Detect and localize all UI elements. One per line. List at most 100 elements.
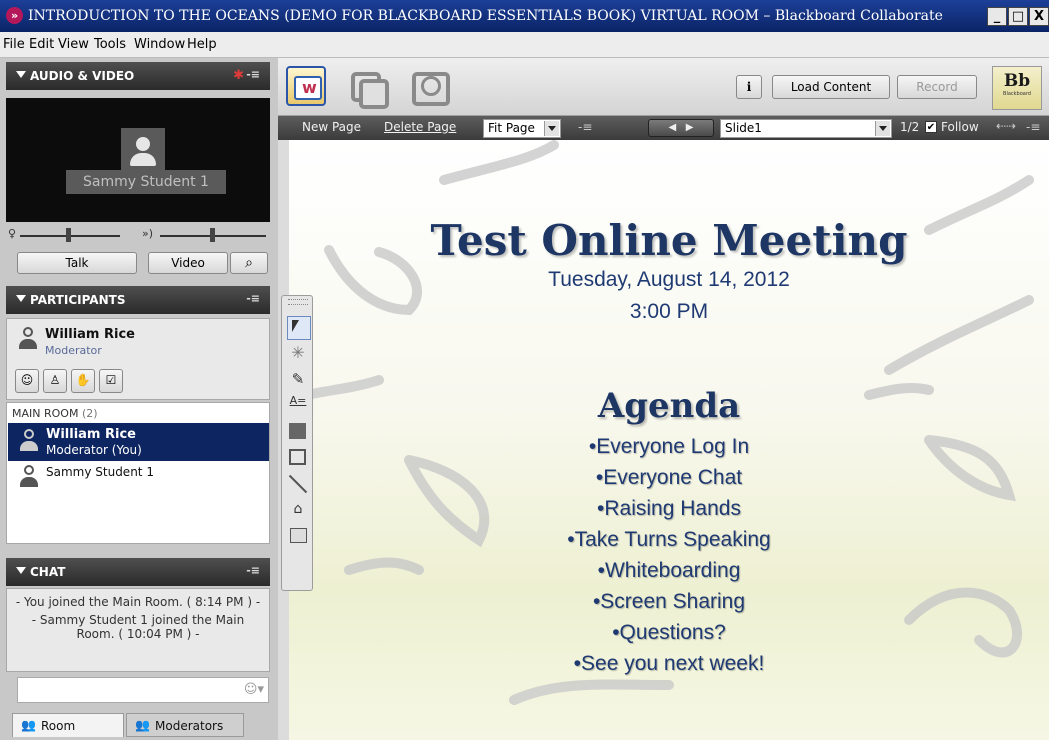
participants-header[interactable]: PARTICIPANTS -≡: [6, 286, 270, 314]
video-button[interactable]: Video: [148, 252, 228, 274]
fit-page-select[interactable]: Fit Page: [483, 119, 561, 138]
agenda-item: •Everyone Chat: [595, 466, 743, 489]
whiteboard-tool-palette: ✳ ✎ A= ⌂: [281, 295, 313, 591]
tab-moderators[interactable]: 👥 Moderators: [126, 713, 244, 737]
web-tour-icon[interactable]: [408, 66, 450, 106]
list-item[interactable]: William Rice Moderator (You): [8, 423, 269, 461]
chat-header[interactable]: CHAT -≡: [6, 558, 270, 586]
video-participant-name: Sammy Student 1: [66, 170, 226, 194]
step-away-button[interactable]: ♙: [43, 369, 67, 393]
next-slide-icon[interactable]: ▶: [686, 122, 694, 133]
people-icon: 👥: [135, 718, 150, 732]
slide-menu-icon[interactable]: -≡: [1026, 120, 1040, 134]
agenda-item: •Raising Hands: [597, 497, 741, 520]
whiteboard-icon[interactable]: w: [286, 66, 326, 106]
pen-tool-icon[interactable]: ✎: [287, 368, 309, 390]
slide-select[interactable]: Slide1: [720, 119, 892, 138]
selection-tool-icon[interactable]: [287, 316, 311, 340]
follow-label: Follow: [941, 120, 979, 134]
delete-page-link[interactable]: Delete Page: [384, 120, 456, 134]
minimize-button[interactable]: _: [987, 7, 1007, 26]
info-button[interactable]: i: [736, 75, 762, 99]
chat-log: - You joined the Main Room. ( 8:14 PM ) …: [6, 588, 270, 672]
audio-video-header[interactable]: AUDIO & VIDEO ✱ -≡: [6, 62, 270, 90]
speaker-icon: »): [142, 227, 154, 240]
collapse-triangle-icon[interactable]: [16, 71, 26, 78]
agenda-item: •Questions?: [612, 621, 726, 644]
page-menu-icon[interactable]: -≡: [578, 120, 592, 134]
agenda-item: •Screen Sharing: [592, 590, 746, 613]
self-name: William Rice: [45, 327, 135, 342]
agenda-item: •Whiteboarding: [597, 559, 741, 582]
slide-date: Tuesday, August 14, 2012: [548, 268, 790, 291]
talk-button[interactable]: Talk: [17, 252, 137, 274]
screen-capture-icon[interactable]: ⌂: [287, 498, 309, 520]
menu-window[interactable]: Window: [134, 37, 185, 52]
hollow-rectangle-icon[interactable]: [287, 446, 309, 468]
poll-button[interactable]: ☑: [99, 369, 123, 393]
chat-message: - You joined the Main Room. ( 8:14 PM ) …: [15, 595, 261, 609]
blackboard-logo: Bb Blackboard: [992, 66, 1042, 110]
emoticon-picker-icon[interactable]: ☺▾: [244, 682, 264, 697]
window-title-bar: » INTRODUCTION TO THE OCEANS (DEMO FOR B…: [0, 0, 1049, 32]
load-content-button[interactable]: Load Content: [772, 75, 890, 99]
close-button[interactable]: X: [1029, 7, 1049, 26]
app-icon: »: [6, 7, 23, 24]
slide-title: Test Online Meeting: [430, 216, 908, 265]
palette-grip[interactable]: [288, 299, 308, 305]
microphone-icon: ♀: [8, 227, 17, 240]
explicit-pointer-icon[interactable]: ✳: [287, 342, 309, 364]
menu-bar: File Edit View Tools Window Help: [0, 32, 1049, 58]
video-preview-icon[interactable]: ⌕: [230, 252, 268, 274]
agenda-title: Agenda: [597, 386, 741, 426]
clip-art-icon[interactable]: [287, 524, 309, 546]
slide-navigation[interactable]: ◀ ▶: [648, 119, 714, 137]
menu-help[interactable]: Help: [187, 37, 217, 52]
participant-list: MAIN ROOM (2) William Rice Moderator (Yo…: [6, 402, 270, 544]
volume-sliders: ♀ »): [6, 226, 270, 246]
new-page-link[interactable]: New Page: [302, 120, 361, 134]
filled-rectangle-icon[interactable]: [287, 420, 309, 442]
menu-edit[interactable]: Edit: [29, 37, 54, 52]
agenda-item: •Everyone Log In: [588, 435, 750, 458]
tab-room[interactable]: 👥 Room: [12, 713, 124, 737]
speaker-slider-handle[interactable]: [210, 228, 215, 242]
menu-tools[interactable]: Tools: [94, 37, 126, 52]
application-sharing-icon[interactable]: [346, 66, 389, 109]
text-tool-icon[interactable]: A=: [287, 394, 309, 416]
audio-setup-icon[interactable]: ✱: [233, 68, 244, 83]
panel-menu-icon[interactable]: -≡: [246, 564, 260, 577]
mic-slider-handle[interactable]: [66, 228, 71, 242]
line-tool-icon[interactable]: [287, 472, 309, 494]
user-icon: [20, 465, 38, 489]
collapse-triangle-icon[interactable]: [16, 567, 26, 574]
page-toolbar: New Page Delete Page Fit Page -≡ ◀ ▶ Sli…: [278, 116, 1049, 140]
people-icon: 👥: [21, 718, 36, 732]
user-icon: [19, 327, 37, 351]
list-item[interactable]: Sammy Student 1: [8, 463, 269, 489]
participant-name: William Rice: [46, 427, 136, 442]
room-label: MAIN ROOM (2): [12, 407, 98, 420]
follow-checkbox[interactable]: ✔: [925, 121, 937, 133]
raise-hand-button[interactable]: ✋: [71, 369, 95, 393]
previous-slide-icon[interactable]: ◀: [669, 122, 677, 133]
user-icon: [20, 429, 38, 453]
menu-view[interactable]: View: [58, 37, 89, 52]
collapse-triangle-icon[interactable]: [16, 295, 26, 302]
participant-name: Sammy Student 1: [46, 465, 154, 479]
agenda-item: •Take Turns Speaking: [567, 528, 771, 551]
self-role: Moderator: [45, 344, 102, 357]
follow-arrows-icon[interactable]: ⇠⇢: [996, 119, 1016, 133]
chat-input[interactable]: ☺▾: [17, 677, 269, 703]
panel-menu-icon[interactable]: -≡: [246, 292, 260, 305]
chat-message: - Sammy Student 1 joined the Main Room. …: [31, 613, 245, 641]
participant-role: Moderator (You): [46, 443, 142, 457]
record-button[interactable]: Record: [897, 75, 977, 99]
panel-menu-icon[interactable]: -≡: [246, 68, 260, 81]
maximize-button[interactable]: □: [1008, 7, 1028, 26]
whiteboard-slide[interactable]: Test Online Meeting Tuesday, August 14, …: [289, 140, 1049, 740]
page-counter: 1/2: [900, 120, 920, 134]
user-avatar-icon: [121, 128, 165, 172]
menu-file[interactable]: File: [3, 37, 25, 52]
emoticon-button[interactable]: ☺: [15, 369, 39, 393]
